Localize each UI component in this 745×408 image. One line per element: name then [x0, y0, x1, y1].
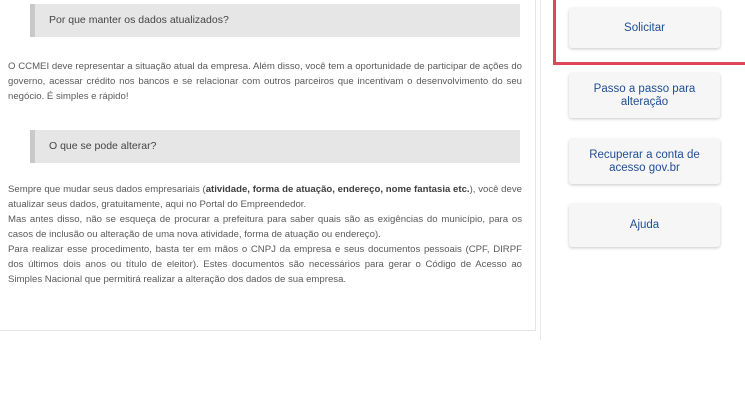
section-body-why-update: O CCMEI deve representar a situação atua… [8, 61, 522, 102]
body-paragraph-2: Mas antes disso, não se esqueça de procu… [8, 214, 522, 240]
section-header-what-can-change: O que se pode alterar? [30, 130, 520, 163]
solicitar-button[interactable]: Solicitar [569, 8, 720, 48]
body-paragraph-3: Para realizar esse procedimento, basta t… [8, 244, 522, 285]
body-intro-text: Sempre que mudar seus dados empresariais… [8, 184, 206, 195]
section-body-what-can-change: Sempre que mudar seus dados empresariais… [8, 182, 522, 287]
help-button[interactable]: Ajuda [569, 204, 720, 247]
step-by-step-button[interactable]: Passo a passo para alteração [569, 73, 720, 118]
section-header-why-update: Por que manter os dados atualizados? [30, 4, 520, 37]
body-bold-terms: atividade, forma de atuação, endereço, n… [205, 184, 470, 195]
recover-account-button[interactable]: Recuperar a conta de acesso gov.br [569, 139, 720, 184]
content-card: Por que manter os dados atualizados? O C… [0, 0, 536, 331]
sidebar-divider [540, 0, 541, 340]
action-sidebar: Solicitar Passo a passo para alteração R… [540, 0, 745, 340]
